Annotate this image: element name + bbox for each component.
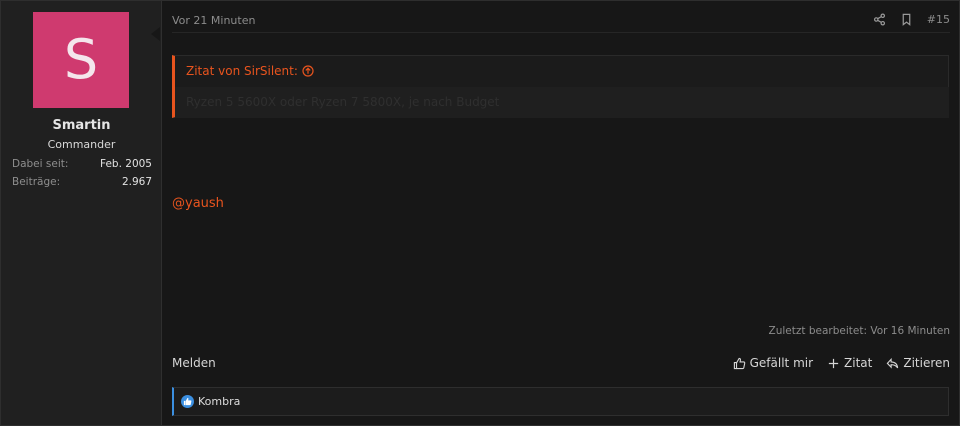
post-header-icons: #15 — [873, 13, 950, 26]
username[interactable]: Smartin — [1, 118, 162, 133]
report-link[interactable]: Melden — [172, 356, 216, 370]
reply-icon — [886, 357, 899, 369]
quote-add-button[interactable]: Zitat — [827, 356, 872, 370]
like-button[interactable]: Gefällt mir — [733, 356, 813, 370]
quote-block: Zitat von SirSilent: Ryzen 5 5600X oder … — [172, 55, 949, 118]
post-header: Vor 21 Minuten #15 — [172, 13, 950, 33]
last-edited: Zuletzt bearbeitet: Vor 16 Minuten — [768, 325, 950, 337]
stat-label: Beiträge: — [12, 176, 61, 188]
plus-icon — [828, 358, 839, 368]
post-action-group: Gefällt mir Zitat Zitieren — [733, 356, 950, 370]
thumbs-up-icon — [733, 357, 745, 369]
quote-add-label: Zitat — [844, 356, 873, 370]
avatar[interactable]: S — [33, 12, 129, 108]
sidebar-pointer — [151, 27, 160, 41]
post-main: Vor 21 Minuten #15 Zitat von SirSilent: … — [172, 1, 950, 425]
stat-joined: Dabei seit: Feb. 2005 — [12, 158, 152, 170]
reaction-users[interactable]: Kombra — [198, 395, 240, 408]
stat-label: Dabei seit: — [12, 158, 69, 170]
post-number[interactable]: #15 — [927, 13, 950, 26]
forum-post: S Smartin Commander Dabei seit: Feb. 200… — [0, 0, 960, 426]
share-icon[interactable] — [873, 13, 886, 26]
post-time[interactable]: Vor 21 Minuten — [172, 14, 255, 27]
stat-posts: Beiträge: 2.967 — [12, 176, 152, 188]
post-actions: Melden Gefällt mir Zitat Zitieren — [172, 356, 950, 374]
quote-title[interactable]: Zitat von SirSilent: — [186, 64, 314, 78]
quote-author-label: Zitat von SirSilent: — [186, 64, 298, 78]
like-label: Gefällt mir — [749, 356, 814, 370]
stat-value[interactable]: 2.967 — [122, 176, 152, 188]
quote-body: Ryzen 5 5600X oder Ryzen 7 5800X, je nac… — [175, 87, 949, 118]
stat-value: Feb. 2005 — [100, 158, 152, 170]
user-sidebar: S Smartin Commander Dabei seit: Feb. 200… — [1, 1, 162, 425]
user-mention[interactable]: @yaush — [172, 196, 224, 211]
quote-text: Ryzen 5 5600X oder Ryzen 7 5800X, je nac… — [186, 95, 500, 109]
user-title: Commander — [47, 138, 116, 151]
reply-button[interactable]: Zitieren — [886, 356, 950, 370]
reply-label: Zitieren — [903, 356, 950, 370]
reactions-bar[interactable]: Kombra — [172, 387, 949, 416]
avatar-letter: S — [63, 28, 99, 91]
arrow-up-circle-icon[interactable] — [302, 65, 314, 77]
bookmark-icon[interactable] — [900, 13, 913, 26]
like-reaction-icon — [181, 395, 194, 408]
